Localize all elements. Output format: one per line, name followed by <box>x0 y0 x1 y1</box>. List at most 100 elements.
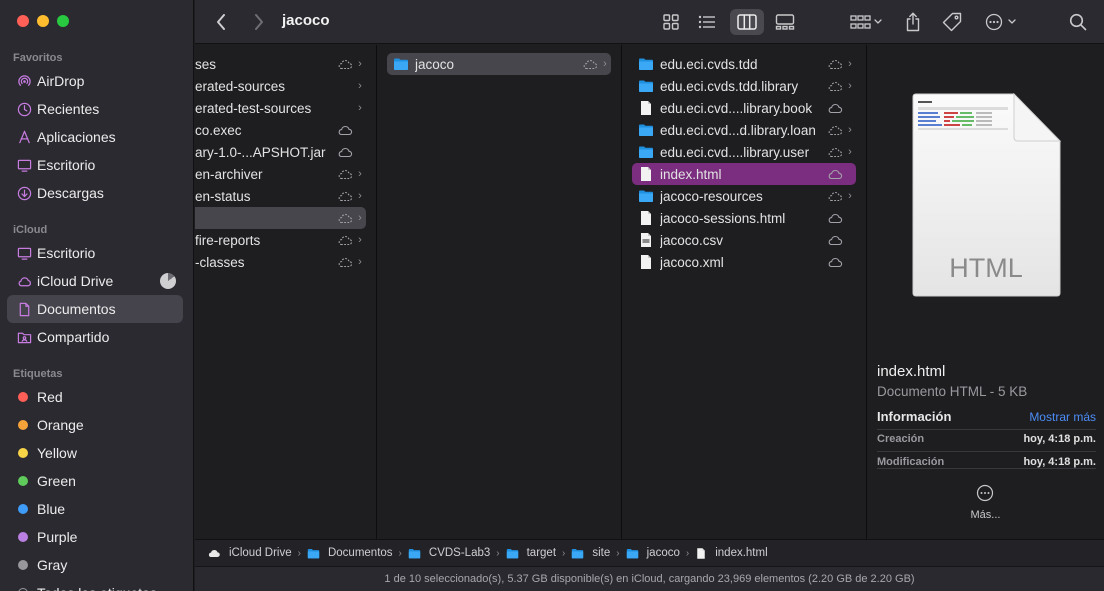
clock-icon <box>16 101 32 117</box>
more-actions-icon[interactable] <box>976 484 994 502</box>
tags-section-title: Etiquetas <box>13 368 63 380</box>
cloud-icon <box>336 102 354 114</box>
tag-label: Yellow <box>37 445 77 461</box>
file-row[interactable]: jacoco-resources › <box>632 185 856 207</box>
cloud-pending-icon <box>826 80 844 92</box>
path-segment[interactable]: index.html <box>695 547 768 560</box>
file-row[interactable]: -classes › <box>195 251 366 273</box>
file-row[interactable]: index.html <box>632 163 856 185</box>
cloud-pending-icon <box>336 256 354 268</box>
path-segment[interactable]: jacoco <box>626 547 680 560</box>
sidebar-item-icloud-drive[interactable]: iCloud Drive <box>7 267 183 295</box>
chevron-right-icon: › <box>848 190 852 202</box>
tag-item-blue[interactable]: Blue <box>7 495 183 523</box>
all-tags-item[interactable]: Todas las etiquetas… <box>7 579 183 591</box>
zoom-window-button[interactable] <box>57 15 69 27</box>
file-row[interactable]: jacoco.xml <box>632 251 856 273</box>
forward-button[interactable] <box>249 9 269 35</box>
file-row[interactable]: edu.eci.cvds.tdd › <box>632 53 856 75</box>
file-row[interactable]: erated-test-sources › <box>195 97 366 119</box>
folder-icon <box>408 547 425 560</box>
path-segment-label: Documentos <box>327 547 393 559</box>
file-row[interactable]: en-status › <box>195 185 366 207</box>
created-value: hoy, 4:18 p.m. <box>1023 433 1096 445</box>
cloud-pending-icon <box>826 124 844 136</box>
sidebar-item-escritorio[interactable]: Escritorio <box>7 239 183 267</box>
path-segment-label: site <box>592 547 611 559</box>
file-row[interactable]: edu.eci.cvd....library.user › <box>632 141 856 163</box>
group-by-button[interactable] <box>845 9 887 35</box>
back-button[interactable] <box>211 9 231 35</box>
sidebar-item-aplicaciones[interactable]: Aplicaciones <box>7 123 183 151</box>
tag-color-dot-icon <box>18 504 28 514</box>
airdrop-icon <box>16 73 32 89</box>
sidebar-item-compartido[interactable]: Compartido <box>7 323 183 351</box>
status-bar: 1 de 10 seleccionado(s), 5.37 GB disponi… <box>195 566 1104 591</box>
tag-label: Green <box>37 473 76 489</box>
tag-item-yellow[interactable]: Yellow <box>7 439 183 467</box>
path-segment[interactable]: CVDS-Lab3 <box>408 547 490 560</box>
actions-button[interactable] <box>981 9 1021 35</box>
sidebar-item-descargas[interactable]: Descargas <box>7 179 183 207</box>
file-name: co.exec <box>195 122 242 138</box>
sidebar-item-recientes[interactable]: Recientes <box>7 95 183 123</box>
info-section-title: Información <box>877 409 952 424</box>
path-segment[interactable]: iCloud Drive <box>207 547 292 559</box>
path-segment[interactable]: site <box>571 547 610 560</box>
cloud-icon <box>826 102 844 114</box>
ellipsis-circle-icon <box>985 13 1016 31</box>
cloud-pending-icon <box>336 190 354 202</box>
tag-item-green[interactable]: Green <box>7 467 183 495</box>
list-view-button[interactable] <box>693 9 721 35</box>
file-row[interactable]: jacoco-sessions.html <box>632 207 856 229</box>
chevron-right-icon: › <box>358 190 362 202</box>
share-icon <box>906 12 920 32</box>
file-row[interactable]: fire-reports › <box>195 229 366 251</box>
sidebar-item-airdrop[interactable]: AirDrop <box>7 67 183 95</box>
sidebar-item-escritorio[interactable]: Escritorio <box>7 151 183 179</box>
cloud-icon <box>16 273 32 289</box>
grid-icon <box>663 14 679 30</box>
close-window-button[interactable] <box>17 15 29 27</box>
file-row[interactable]: jacoco.csv <box>632 229 856 251</box>
preview-file-kind: Documento HTML - 5 KB <box>877 384 1028 399</box>
chevron-right-icon: › <box>358 80 362 92</box>
cloud-icon <box>826 212 844 224</box>
tag-item-gray[interactable]: Gray <box>7 551 183 579</box>
file-row[interactable]: jacoco › <box>387 53 611 75</box>
search-button[interactable] <box>1066 9 1090 35</box>
path-segment[interactable]: Documentos <box>307 547 393 560</box>
path-segment-label: iCloud Drive <box>229 547 292 559</box>
file-row[interactable]: edu.eci.cvd...d.library.loan › <box>632 119 856 141</box>
file-row[interactable]: › <box>195 207 366 229</box>
column-jacoco: edu.eci.cvds.tdd › edu.eci.cvds.tdd.librar… <box>622 45 867 539</box>
tag-item-red[interactable]: Red <box>7 383 183 411</box>
favorites-section-title: Favoritos <box>13 52 63 64</box>
path-segment[interactable]: target <box>506 547 556 560</box>
more-actions-label[interactable]: Más... <box>867 509 1104 521</box>
tag-color-dot-icon <box>18 448 28 458</box>
tag-item-purple[interactable]: Purple <box>7 523 183 551</box>
file-row[interactable]: ses › <box>195 53 366 75</box>
shared-folder-icon <box>16 329 32 345</box>
show-more-link[interactable]: Mostrar más <box>1029 410 1096 424</box>
icon-view-button[interactable] <box>657 9 685 35</box>
share-button[interactable] <box>900 9 926 35</box>
sidebar-item-label: iCloud Drive <box>37 273 114 289</box>
sidebar-item-documentos[interactable]: Documentos <box>7 295 183 323</box>
tag-label: Orange <box>37 417 84 433</box>
chevron-right-icon: › <box>848 80 852 92</box>
file-row[interactable]: co.exec <box>195 119 366 141</box>
file-row[interactable]: edu.eci.cvd....library.book <box>632 97 856 119</box>
file-row[interactable]: en-archiver › <box>195 163 366 185</box>
minimize-window-button[interactable] <box>37 15 49 27</box>
file-row[interactable]: edu.eci.cvds.tdd.library › <box>632 75 856 97</box>
file-row[interactable]: ary-1.0-...APSHOT.jar <box>195 141 366 163</box>
path-separator-icon: › <box>496 547 500 559</box>
file-row[interactable]: erated-sources › <box>195 75 366 97</box>
toolbar: jacoco <box>195 0 1104 44</box>
column-view-button[interactable] <box>730 9 764 35</box>
tag-button[interactable] <box>939 9 965 35</box>
gallery-view-button[interactable] <box>770 9 800 35</box>
tag-item-orange[interactable]: Orange <box>7 411 183 439</box>
